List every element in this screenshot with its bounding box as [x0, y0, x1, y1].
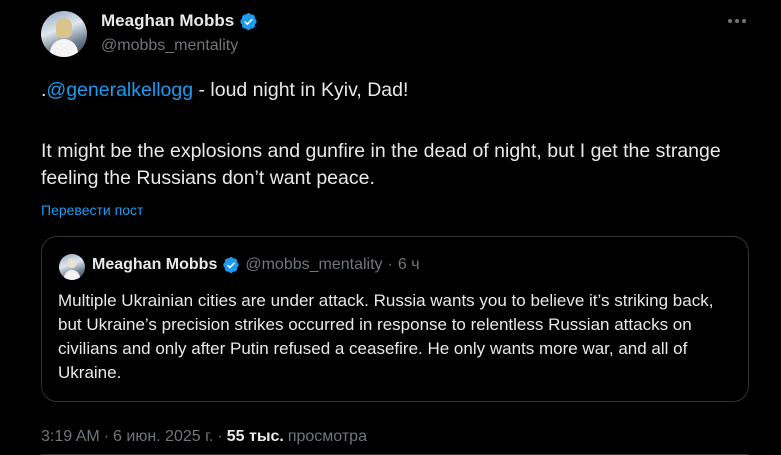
quoted-post-text: Multiple Ukrainian cities are under atta… — [58, 291, 714, 382]
post-detail: Meaghan Mobbs @mobbs_mentality .@general… — [0, 0, 781, 455]
quoted-author-handle[interactable]: @mobbs_mentality — [245, 256, 382, 274]
author-name-row: Meaghan Mobbs — [101, 11, 258, 31]
author-display-name[interactable]: Meaghan Mobbs — [101, 11, 234, 31]
quoted-author-avatar[interactable] — [59, 254, 85, 280]
translate-post-link[interactable]: Перевести пост — [41, 202, 143, 218]
views-count[interactable]: 55 тыс. — [227, 428, 284, 446]
more-options-icon[interactable] — [725, 16, 749, 26]
mention-link[interactable]: @generalkellogg — [46, 79, 193, 101]
quoted-author-name[interactable]: Meaghan Mobbs — [92, 256, 217, 274]
post-text-rest: - loud night in Kyiv, Dad! — [193, 79, 409, 101]
avatar-shoulders — [50, 39, 78, 57]
quoted-separator-dot: · — [387, 256, 393, 273]
author-avatar[interactable] — [41, 11, 87, 57]
quoted-post-time[interactable]: 6 ч — [398, 256, 420, 274]
avatar-hair — [56, 18, 72, 38]
post-meta: 3:19 AM · 6 июн. 2025 г. · 55 тыс. просм… — [41, 428, 367, 446]
post-time[interactable]: 3:19 AM — [41, 428, 100, 446]
quoted-post-card[interactable]: Meaghan Mobbs @mobbs_mentality · 6 ч Mul… — [41, 236, 749, 402]
post-text-line2: It might be the explosions and gunfire i… — [41, 140, 721, 189]
meta-separator-dot: · — [103, 428, 110, 445]
verified-badge-icon[interactable] — [239, 12, 258, 31]
post-text-line1: .@generalkellogg - loud night in Kyiv, D… — [41, 77, 741, 104]
quoted-avatar-shoulders — [64, 270, 80, 280]
quoted-verified-badge-icon — [223, 256, 240, 274]
quoted-post-header: Meaghan Mobbs @mobbs_mentality · 6 ч — [92, 256, 420, 274]
author-handle[interactable]: @mobbs_mentality — [101, 37, 238, 55]
views-label: просмотра — [287, 428, 367, 445]
post-date[interactable]: 6 июн. 2025 г. — [113, 428, 213, 446]
meta-separator-dot: · — [217, 428, 223, 445]
